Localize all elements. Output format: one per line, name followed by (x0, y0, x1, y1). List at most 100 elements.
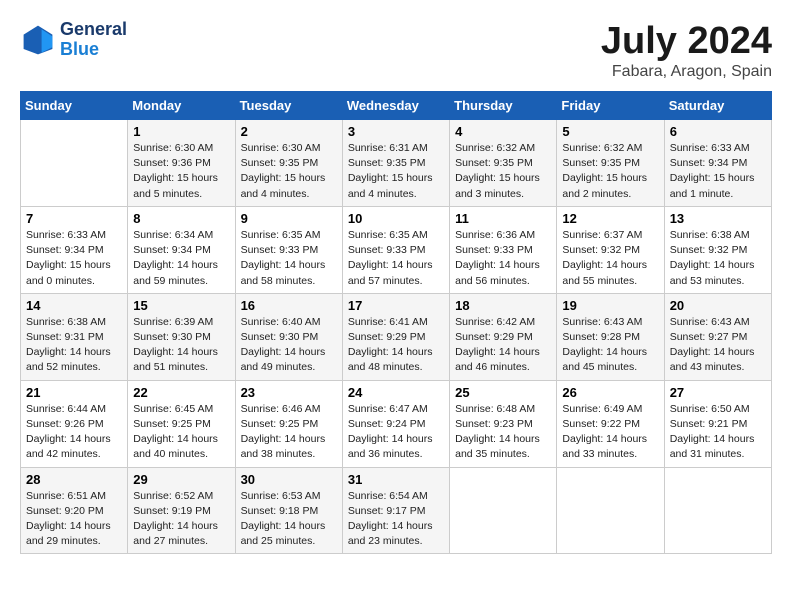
week-row: 28 Sunrise: 6:51 AMSunset: 9:20 PMDaylig… (21, 467, 772, 554)
header-day: Monday (128, 92, 235, 120)
day-number: 21 (26, 385, 122, 400)
day-number: 31 (348, 472, 444, 487)
day-cell: 29 Sunrise: 6:52 AMSunset: 9:19 PMDaylig… (128, 467, 235, 554)
day-info: Sunrise: 6:42 AMSunset: 9:29 PMDaylight:… (455, 316, 540, 374)
day-cell (21, 120, 128, 207)
week-row: 21 Sunrise: 6:44 AMSunset: 9:26 PMDaylig… (21, 380, 772, 467)
header-day: Tuesday (235, 92, 342, 120)
day-info: Sunrise: 6:32 AMSunset: 9:35 PMDaylight:… (562, 142, 647, 200)
day-number: 10 (348, 211, 444, 226)
day-number: 20 (670, 298, 766, 313)
day-cell: 21 Sunrise: 6:44 AMSunset: 9:26 PMDaylig… (21, 380, 128, 467)
day-info: Sunrise: 6:45 AMSunset: 9:25 PMDaylight:… (133, 403, 218, 461)
day-cell: 11 Sunrise: 6:36 AMSunset: 9:33 PMDaylig… (450, 206, 557, 293)
day-info: Sunrise: 6:36 AMSunset: 9:33 PMDaylight:… (455, 229, 540, 287)
day-number: 7 (26, 211, 122, 226)
day-number: 30 (241, 472, 337, 487)
day-number: 3 (348, 124, 444, 139)
day-number: 23 (241, 385, 337, 400)
day-cell: 9 Sunrise: 6:35 AMSunset: 9:33 PMDayligh… (235, 206, 342, 293)
day-number: 22 (133, 385, 229, 400)
day-info: Sunrise: 6:31 AMSunset: 9:35 PMDaylight:… (348, 142, 433, 200)
day-cell: 17 Sunrise: 6:41 AMSunset: 9:29 PMDaylig… (342, 293, 449, 380)
day-info: Sunrise: 6:41 AMSunset: 9:29 PMDaylight:… (348, 316, 433, 374)
day-cell: 24 Sunrise: 6:47 AMSunset: 9:24 PMDaylig… (342, 380, 449, 467)
day-info: Sunrise: 6:47 AMSunset: 9:24 PMDaylight:… (348, 403, 433, 461)
day-cell: 4 Sunrise: 6:32 AMSunset: 9:35 PMDayligh… (450, 120, 557, 207)
week-row: 14 Sunrise: 6:38 AMSunset: 9:31 PMDaylig… (21, 293, 772, 380)
day-info: Sunrise: 6:51 AMSunset: 9:20 PMDaylight:… (26, 490, 111, 548)
day-cell: 10 Sunrise: 6:35 AMSunset: 9:33 PMDaylig… (342, 206, 449, 293)
day-info: Sunrise: 6:33 AMSunset: 9:34 PMDaylight:… (670, 142, 755, 200)
day-number: 4 (455, 124, 551, 139)
day-cell: 30 Sunrise: 6:53 AMSunset: 9:18 PMDaylig… (235, 467, 342, 554)
day-cell: 31 Sunrise: 6:54 AMSunset: 9:17 PMDaylig… (342, 467, 449, 554)
day-cell (450, 467, 557, 554)
day-info: Sunrise: 6:35 AMSunset: 9:33 PMDaylight:… (348, 229, 433, 287)
day-cell: 26 Sunrise: 6:49 AMSunset: 9:22 PMDaylig… (557, 380, 664, 467)
logo: General Blue (20, 20, 127, 60)
day-info: Sunrise: 6:52 AMSunset: 9:19 PMDaylight:… (133, 490, 218, 548)
header-day: Thursday (450, 92, 557, 120)
day-cell: 3 Sunrise: 6:31 AMSunset: 9:35 PMDayligh… (342, 120, 449, 207)
day-number: 29 (133, 472, 229, 487)
day-number: 11 (455, 211, 551, 226)
day-cell (664, 467, 771, 554)
day-cell: 13 Sunrise: 6:38 AMSunset: 9:32 PMDaylig… (664, 206, 771, 293)
day-cell: 28 Sunrise: 6:51 AMSunset: 9:20 PMDaylig… (21, 467, 128, 554)
calendar-table: SundayMondayTuesdayWednesdayThursdayFrid… (20, 91, 772, 554)
week-row: 1 Sunrise: 6:30 AMSunset: 9:36 PMDayligh… (21, 120, 772, 207)
day-info: Sunrise: 6:43 AMSunset: 9:27 PMDaylight:… (670, 316, 755, 374)
day-cell: 6 Sunrise: 6:33 AMSunset: 9:34 PMDayligh… (664, 120, 771, 207)
day-number: 16 (241, 298, 337, 313)
day-number: 6 (670, 124, 766, 139)
day-cell: 8 Sunrise: 6:34 AMSunset: 9:34 PMDayligh… (128, 206, 235, 293)
day-cell: 2 Sunrise: 6:30 AMSunset: 9:35 PMDayligh… (235, 120, 342, 207)
day-cell: 19 Sunrise: 6:43 AMSunset: 9:28 PMDaylig… (557, 293, 664, 380)
page-header: General Blue July 2024 Fabara, Aragon, S… (20, 20, 772, 81)
day-cell: 15 Sunrise: 6:39 AMSunset: 9:30 PMDaylig… (128, 293, 235, 380)
day-number: 8 (133, 211, 229, 226)
day-cell: 14 Sunrise: 6:38 AMSunset: 9:31 PMDaylig… (21, 293, 128, 380)
day-cell: 12 Sunrise: 6:37 AMSunset: 9:32 PMDaylig… (557, 206, 664, 293)
day-cell: 7 Sunrise: 6:33 AMSunset: 9:34 PMDayligh… (21, 206, 128, 293)
day-info: Sunrise: 6:53 AMSunset: 9:18 PMDaylight:… (241, 490, 326, 548)
day-cell: 16 Sunrise: 6:40 AMSunset: 9:30 PMDaylig… (235, 293, 342, 380)
day-number: 9 (241, 211, 337, 226)
location: Fabara, Aragon, Spain (601, 63, 772, 81)
day-cell: 18 Sunrise: 6:42 AMSunset: 9:29 PMDaylig… (450, 293, 557, 380)
day-cell: 25 Sunrise: 6:48 AMSunset: 9:23 PMDaylig… (450, 380, 557, 467)
day-info: Sunrise: 6:43 AMSunset: 9:28 PMDaylight:… (562, 316, 647, 374)
header-day: Friday (557, 92, 664, 120)
day-cell: 5 Sunrise: 6:32 AMSunset: 9:35 PMDayligh… (557, 120, 664, 207)
logo-icon (20, 22, 56, 58)
day-number: 14 (26, 298, 122, 313)
day-number: 24 (348, 385, 444, 400)
day-info: Sunrise: 6:30 AMSunset: 9:35 PMDaylight:… (241, 142, 326, 200)
day-info: Sunrise: 6:35 AMSunset: 9:33 PMDaylight:… (241, 229, 326, 287)
day-number: 28 (26, 472, 122, 487)
day-info: Sunrise: 6:44 AMSunset: 9:26 PMDaylight:… (26, 403, 111, 461)
day-info: Sunrise: 6:37 AMSunset: 9:32 PMDaylight:… (562, 229, 647, 287)
day-number: 25 (455, 385, 551, 400)
day-info: Sunrise: 6:30 AMSunset: 9:36 PMDaylight:… (133, 142, 218, 200)
title-block: July 2024 Fabara, Aragon, Spain (601, 20, 772, 81)
logo-text: General Blue (60, 20, 127, 60)
day-info: Sunrise: 6:38 AMSunset: 9:31 PMDaylight:… (26, 316, 111, 374)
day-number: 26 (562, 385, 658, 400)
week-row: 7 Sunrise: 6:33 AMSunset: 9:34 PMDayligh… (21, 206, 772, 293)
day-info: Sunrise: 6:54 AMSunset: 9:17 PMDaylight:… (348, 490, 433, 548)
day-number: 17 (348, 298, 444, 313)
day-number: 12 (562, 211, 658, 226)
day-number: 13 (670, 211, 766, 226)
day-number: 5 (562, 124, 658, 139)
day-cell: 27 Sunrise: 6:50 AMSunset: 9:21 PMDaylig… (664, 380, 771, 467)
day-cell (557, 467, 664, 554)
day-cell: 22 Sunrise: 6:45 AMSunset: 9:25 PMDaylig… (128, 380, 235, 467)
day-info: Sunrise: 6:50 AMSunset: 9:21 PMDaylight:… (670, 403, 755, 461)
month-title: July 2024 (601, 20, 772, 63)
day-cell: 1 Sunrise: 6:30 AMSunset: 9:36 PMDayligh… (128, 120, 235, 207)
day-number: 1 (133, 124, 229, 139)
day-number: 15 (133, 298, 229, 313)
day-cell: 20 Sunrise: 6:43 AMSunset: 9:27 PMDaylig… (664, 293, 771, 380)
